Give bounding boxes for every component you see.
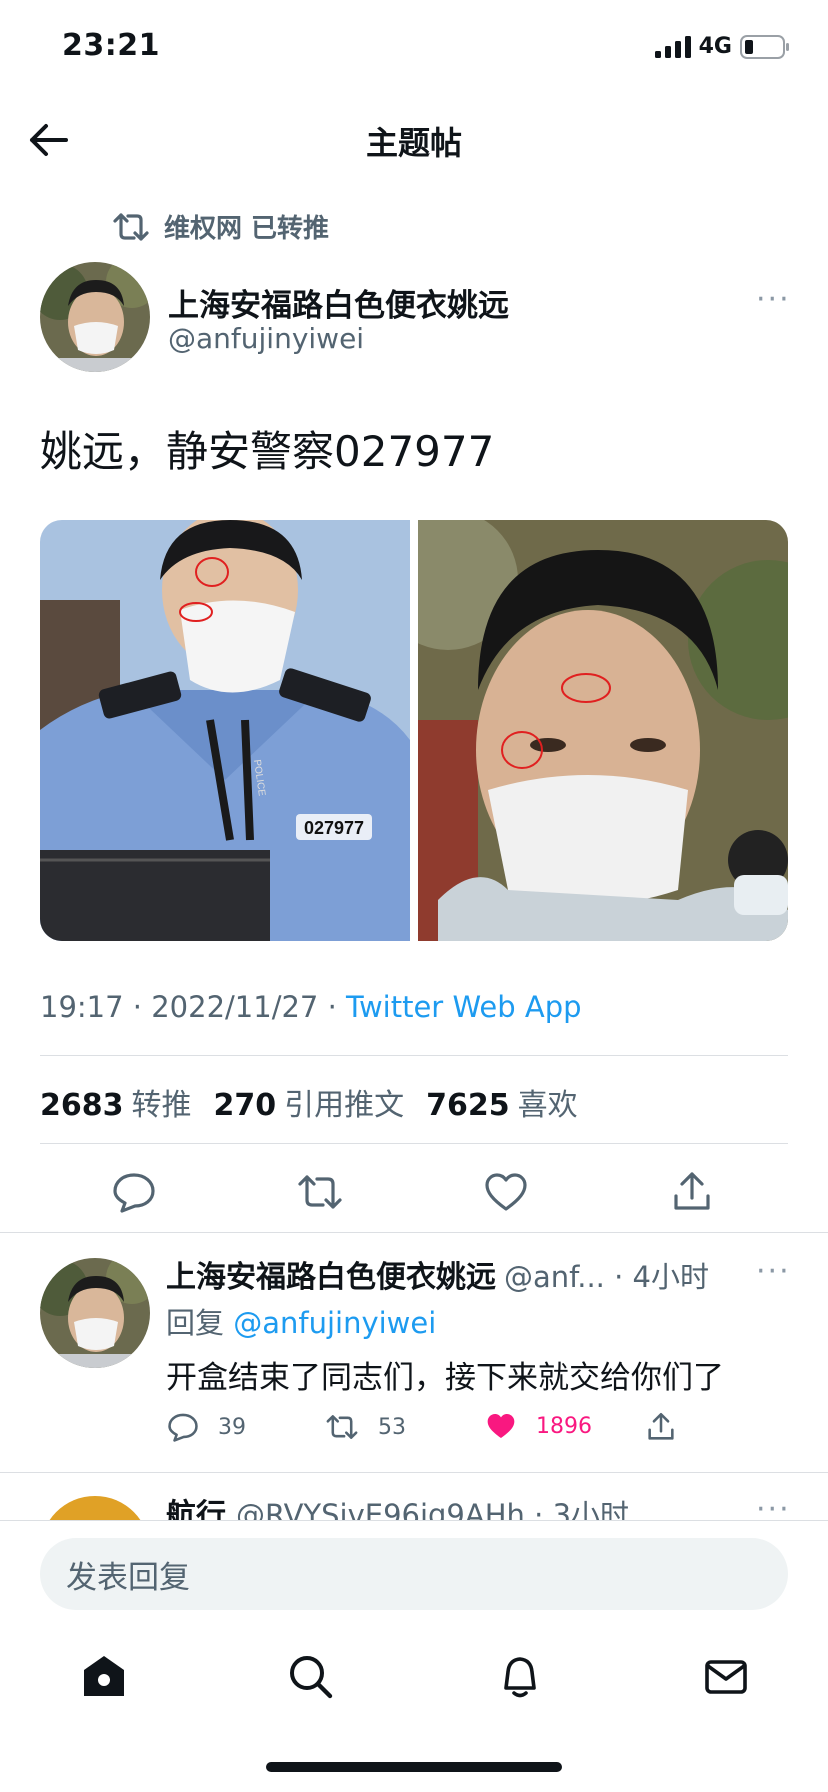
tweet-photo-2[interactable] xyxy=(418,520,788,941)
reply-more-options-icon[interactable]: ··· xyxy=(756,1254,791,1289)
tweet-meta: 19:17 · 2022/11/27 · Twitter Web App xyxy=(40,990,582,1024)
network-label: 4G xyxy=(698,34,732,59)
retweet-label: 维权网 已转推 xyxy=(164,214,330,244)
divider xyxy=(40,1143,788,1144)
author-handle[interactable]: @anfujinyiwei xyxy=(168,322,364,355)
retweet-action-icon[interactable] xyxy=(296,1168,344,1216)
search-icon[interactable] xyxy=(286,1652,334,1700)
home-indicator xyxy=(266,1762,562,1772)
stat-label: 喜欢 xyxy=(517,1088,578,1123)
retweet-context[interactable]: 维权网 已转推 xyxy=(112,208,329,245)
retweet-count: 53 xyxy=(378,1414,406,1440)
divider xyxy=(40,1055,788,1056)
reply-count: 39 xyxy=(218,1414,246,1440)
like-icon[interactable] xyxy=(482,1168,530,1216)
retweet-icon xyxy=(326,1415,358,1439)
retweet-icon xyxy=(113,212,149,241)
page-title: 主题帖 xyxy=(365,124,462,162)
stat-label: 引用推文 xyxy=(284,1088,405,1123)
stat-quotes[interactable]: 270 引用推文 xyxy=(214,1080,405,1124)
signal-icon xyxy=(654,35,691,58)
heart-filled-icon xyxy=(487,1414,515,1438)
reply-like-action[interactable]: 1896 xyxy=(484,1410,592,1442)
reply-text: 开盒结束了同志们，接下来就交给你们了 xyxy=(166,1360,724,1396)
share-icon xyxy=(648,1412,674,1440)
like-count: 1896 xyxy=(536,1413,592,1439)
tweet-timestamp: 19:17 · 2022/11/27 · xyxy=(40,990,347,1024)
more-options-icon[interactable]: ··· xyxy=(756,282,791,317)
reply-handle-time: @anf... · 4小时 xyxy=(504,1260,710,1294)
tweet-stats: 2683 转推 270 引用推文 7625 喜欢 xyxy=(40,1080,578,1124)
reply-compose-input[interactable]: 发表回复 xyxy=(40,1538,788,1610)
tweet-photo-1[interactable]: 027977 POLICE xyxy=(40,520,410,941)
reply-icon xyxy=(168,1413,198,1442)
notifications-bell-icon[interactable] xyxy=(496,1652,544,1700)
status-time: 23:21 xyxy=(62,28,160,63)
tweet-text: 姚远，静安警察027977 xyxy=(40,427,495,476)
reply-reply-action[interactable]: 39 xyxy=(166,1410,246,1444)
reply-to-line: 回复 @anfujinyiwei xyxy=(166,1300,436,1342)
stat-label: 转推 xyxy=(131,1088,192,1123)
battery-icon xyxy=(740,34,789,59)
divider xyxy=(0,1232,828,1233)
divider xyxy=(0,1472,828,1473)
reply-author-avatar[interactable] xyxy=(40,1258,150,1368)
home-icon[interactable] xyxy=(80,1652,128,1700)
stat-value: 2683 xyxy=(40,1088,124,1123)
stat-value: 270 xyxy=(213,1088,277,1123)
author-avatar[interactable] xyxy=(40,262,150,372)
reply-icon[interactable] xyxy=(110,1168,158,1216)
reply-to-prefix: 回复 xyxy=(166,1306,234,1340)
messages-envelope-icon[interactable] xyxy=(702,1652,750,1700)
stat-value: 7625 xyxy=(426,1088,510,1123)
status-icons: 4G xyxy=(654,34,790,59)
share-icon[interactable] xyxy=(668,1168,716,1216)
stat-likes[interactable]: 7625 喜欢 xyxy=(426,1080,578,1124)
reply-share-action[interactable] xyxy=(644,1410,678,1444)
reply-author-name[interactable]: 上海安福路白色便衣姚远 xyxy=(166,1252,496,1296)
badge-number-text: 027977 xyxy=(304,818,364,838)
author-name[interactable]: 上海安福路白色便衣姚远 xyxy=(168,280,509,325)
tweet-media[interactable]: 027977 POLICE xyxy=(40,520,788,941)
reply-retweet-action[interactable]: 53 xyxy=(324,1410,406,1444)
stat-retweets[interactable]: 2683 转推 xyxy=(40,1080,192,1124)
tweet-source-link[interactable]: Twitter Web App xyxy=(346,990,582,1024)
reply-header: 上海安福路白色便衣姚远 @anf... · 4小时 xyxy=(166,1252,766,1296)
reply-to-mention[interactable]: @anfujinyiwei xyxy=(233,1306,436,1340)
